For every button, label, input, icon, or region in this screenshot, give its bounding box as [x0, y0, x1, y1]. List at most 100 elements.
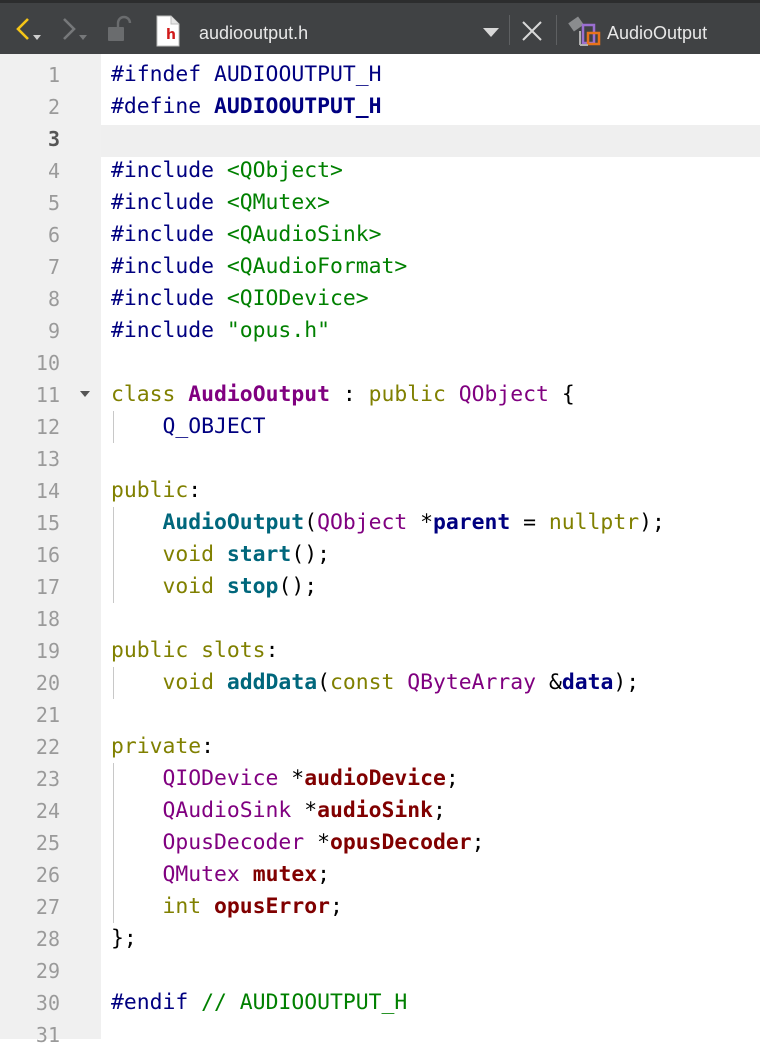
back-icon: [16, 18, 41, 40]
code-token: ();: [278, 574, 318, 599]
class-symbol-icon: [566, 13, 602, 49]
code-token: QIODevice: [162, 766, 279, 791]
code-token: :: [329, 382, 369, 407]
code-line[interactable]: 14 public:: [0, 475, 760, 507]
lock-icon: [108, 15, 132, 41]
code-token: ;: [432, 798, 446, 823]
code-token: QByteArray: [407, 670, 537, 695]
line-number: 9: [47, 319, 60, 343]
code-text: #endif // AUDIOOUTPUT_H: [111, 987, 407, 1019]
line-number: 26: [35, 863, 60, 887]
code-token: nullptr: [548, 510, 640, 535]
code-line[interactable]: 31: [0, 1019, 760, 1051]
toolbar-divider: [556, 15, 557, 45]
code-line[interactable]: 23 QIODevice *audioDevice;: [0, 763, 760, 795]
code-line[interactable]: 21: [0, 699, 760, 731]
code-line[interactable]: 29: [0, 955, 760, 987]
code-text: #include <QObject>: [111, 155, 343, 187]
code-line[interactable]: 13: [0, 443, 760, 475]
code-line[interactable]: 20 void addData(const QByteArray &data);: [0, 667, 760, 699]
code-token: #include: [111, 318, 215, 343]
code-line[interactable]: 18: [0, 603, 760, 635]
code-token: mutex: [252, 862, 318, 887]
code-line[interactable]: 27 int opusError;: [0, 891, 760, 923]
code-token: #include: [111, 222, 215, 247]
code-line[interactable]: 17 void stop();: [0, 571, 760, 603]
code-line[interactable]: 12 Q_OBJECT: [0, 411, 760, 443]
file-icon-letter: h: [166, 27, 176, 43]
code-line[interactable]: 11 class AudioOutput : public QObject {: [0, 379, 760, 411]
code-token: audioDevice: [304, 766, 446, 791]
code-line[interactable]: 28};: [0, 923, 760, 955]
code-token: (: [317, 670, 330, 695]
code-token: opusDecoder: [329, 830, 472, 855]
code-line[interactable]: 24 QAudioSink *audioSink;: [0, 795, 760, 827]
forward-icon: [63, 18, 87, 40]
code-text: OpusDecoder *opusDecoder;: [111, 827, 485, 859]
code-token: public: [111, 478, 189, 503]
code-token: int: [162, 894, 202, 919]
line-number: 28: [35, 927, 60, 951]
code-line[interactable]: 15 AudioOutput(QObject *parent = nullptr…: [0, 507, 760, 539]
line-number: 3: [47, 127, 60, 151]
line-number: 6: [47, 223, 60, 247]
code-line[interactable]: 10: [0, 347, 760, 379]
fold-arrow-icon[interactable]: [80, 391, 90, 397]
code-line[interactable]: 26 QMutex mutex;: [0, 859, 760, 891]
code-line[interactable]: 4 #include <QObject>: [0, 155, 760, 187]
document-dropdown-button[interactable]: [478, 19, 504, 45]
line-number: 19: [35, 639, 60, 663]
line-number: 29: [35, 959, 60, 983]
back-button[interactable]: [8, 13, 48, 45]
line-number: 17: [35, 575, 60, 599]
code-line[interactable]: 9 #include "opus.h": [0, 315, 760, 347]
code-line[interactable]: 8 #include <QIODevice>: [0, 283, 760, 315]
code-token: ;: [445, 766, 459, 791]
code-text: #define AUDIOOUTPUT_H: [111, 91, 381, 123]
code-token: <QObject>: [226, 158, 343, 183]
line-number: 24: [35, 799, 60, 823]
code-line[interactable]: 3: [0, 123, 760, 155]
line-number: 5: [47, 191, 60, 215]
line-number: 7: [47, 255, 60, 279]
code-text: #ifndef AUDIOOUTPUT_H: [111, 59, 381, 91]
code-line[interactable]: 22 private:: [0, 731, 760, 763]
code-token: #include: [111, 158, 215, 183]
code-token: addData: [226, 670, 318, 695]
code-token: :: [201, 734, 215, 759]
close-document-button[interactable]: [518, 17, 546, 45]
code-line[interactable]: 16 void start();: [0, 539, 760, 571]
lock-button[interactable]: [104, 15, 134, 45]
code-line[interactable]: 2 #define AUDIOOUTPUT_H: [0, 91, 760, 123]
forward-button[interactable]: [56, 13, 96, 45]
code-line[interactable]: 7 #include <QAudioFormat>: [0, 251, 760, 283]
code-text: QIODevice *audioDevice;: [111, 763, 459, 795]
code-token: AUDIOOUTPUT_H: [214, 94, 382, 119]
line-number: 31: [35, 1023, 60, 1047]
code-line[interactable]: 6 #include <QAudioSink>: [0, 219, 760, 251]
code-line[interactable]: 30 #endif // AUDIOOUTPUT_H: [0, 987, 760, 1019]
code-token: :: [188, 478, 202, 503]
code-line[interactable]: 19 public slots:: [0, 635, 760, 667]
code-token: );: [613, 670, 640, 695]
code-line[interactable]: 25 OpusDecoder *opusDecoder;: [0, 827, 760, 859]
document-name[interactable]: audiooutput.h: [199, 23, 308, 43]
line-number: 10: [35, 351, 60, 375]
code-token: audioSink: [317, 798, 433, 823]
code-line[interactable]: 5 #include <QMutex>: [0, 187, 760, 219]
code-line[interactable]: 1 #ifndef AUDIOOUTPUT_H: [0, 59, 760, 91]
code-token: start: [226, 542, 292, 567]
symbol-selector[interactable]: AudioOutput: [607, 23, 707, 43]
code-token: #include: [111, 254, 215, 279]
